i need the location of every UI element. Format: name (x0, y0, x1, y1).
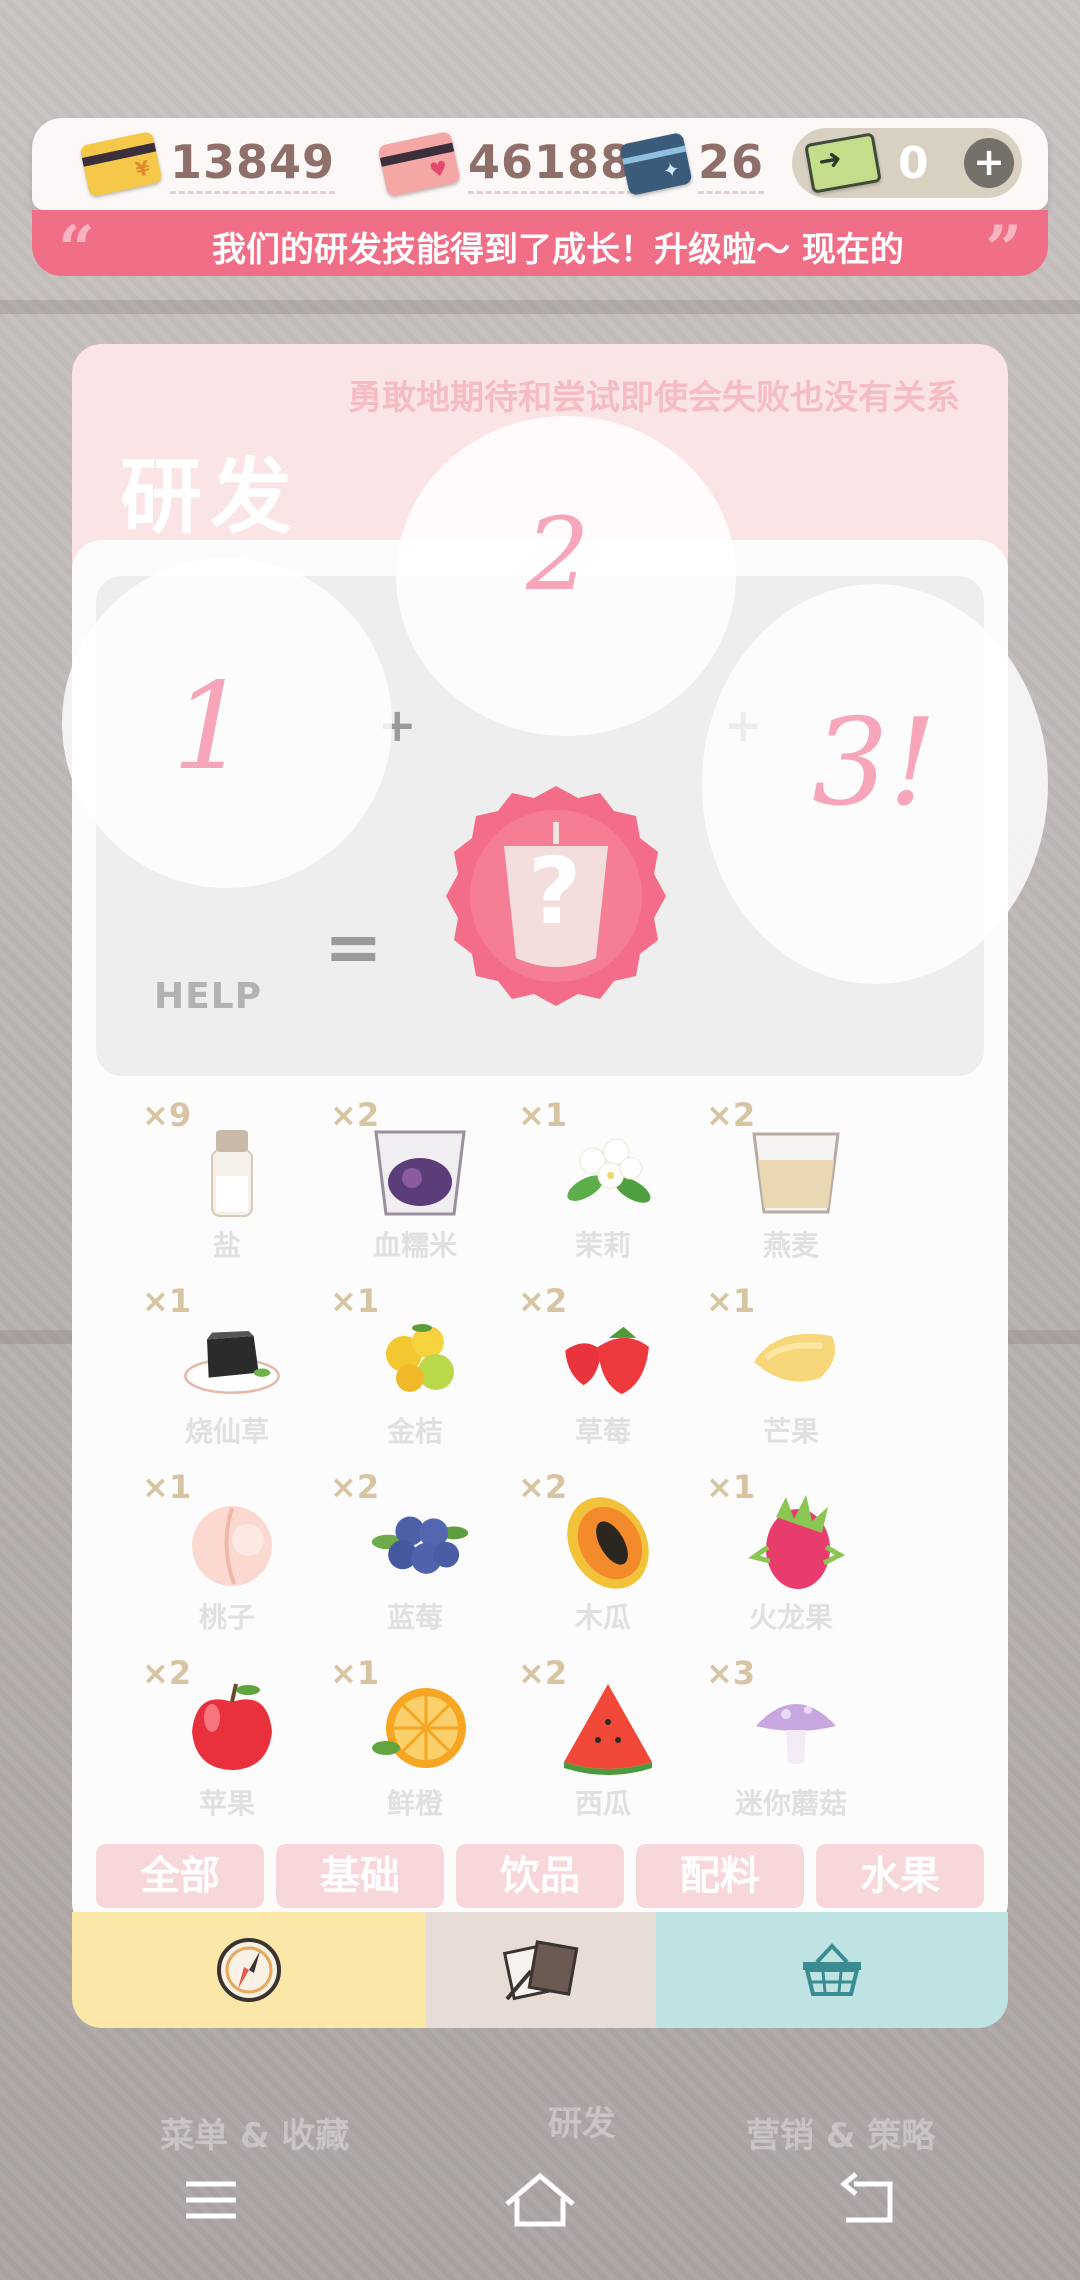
kumquat-icon (370, 1306, 470, 1406)
background-shelf (0, 300, 1080, 314)
grass-jelly-icon (182, 1306, 282, 1406)
close-quote-icon: ” (985, 212, 1022, 276)
ingredient-item[interactable]: ×1 芒果 (706, 1282, 876, 1452)
ingredient-item[interactable]: ×1 桃子 (142, 1468, 312, 1638)
news-ticker[interactable]: “ 我们的研发技能得到了成长！升级啦～ 现在的 ” (32, 210, 1048, 276)
research-currency[interactable]: ✦ 26 (619, 131, 765, 197)
bottom-tab-bar (72, 1912, 1008, 2028)
blueberry-icon (370, 1492, 470, 1592)
ticket-icon: ➜ (804, 132, 882, 194)
ingredient-item[interactable]: ×2 蓝莓 (330, 1468, 500, 1638)
ingredient-item[interactable]: ×1 茉莉 (518, 1096, 688, 1266)
ingredient-name: 芒果 (762, 1415, 819, 1448)
filter-fruit-button[interactable]: 水果 (816, 1844, 984, 1908)
tab-compass[interactable] (72, 1912, 426, 2028)
peach-icon (182, 1492, 282, 1592)
ingredient-name: 草莓 (574, 1415, 631, 1448)
equals-sign: = (324, 906, 383, 988)
ingredient-item[interactable]: ×2 草莓 (518, 1282, 688, 1452)
ingredient-name: 鲜橙 (386, 1787, 443, 1820)
gold-card-icon: ¥ (79, 130, 163, 198)
page-title: 研发 (120, 450, 301, 545)
orange-icon (370, 1678, 470, 1778)
ingredient-name: 西瓜 (574, 1787, 631, 1820)
open-quote-icon: “ (58, 212, 95, 276)
filter-all-button[interactable]: 全部 (96, 1844, 264, 1908)
papaya-icon (558, 1492, 658, 1592)
ticket-currency[interactable]: ➜ 0 + (792, 128, 1022, 198)
add-ticket-button[interactable]: + (964, 138, 1014, 188)
filter-basic-button[interactable]: 基础 (276, 1844, 444, 1908)
basket-icon (803, 1943, 861, 1996)
ingredient-name: 蓝莓 (386, 1601, 443, 1634)
filter-drinks-button[interactable]: 饮品 (456, 1844, 624, 1908)
filter-toppings-button[interactable]: 配料 (636, 1844, 804, 1908)
mango-icon (746, 1306, 846, 1406)
ingredient-name: 茉莉 (574, 1229, 631, 1262)
strawberry-icon (558, 1306, 658, 1406)
ingredient-item[interactable]: ×1 火龙果 (706, 1468, 876, 1638)
tab-recipes[interactable] (426, 1912, 656, 2028)
slot-3[interactable]: 3! (702, 584, 1048, 984)
back-icon[interactable] (824, 2160, 914, 2240)
menu-icon[interactable] (166, 2160, 256, 2240)
ingredient-item[interactable]: ×2 苹果 (142, 1654, 312, 1824)
slot-2[interactable]: 2 (396, 416, 736, 736)
ingredient-name: 烧仙草 (184, 1415, 269, 1448)
salt-icon (182, 1120, 282, 1220)
ticket-value: 0 (898, 137, 929, 189)
system-navigation-bar (0, 2120, 1080, 2280)
research-content: + + = HELP ? 1 2 3! (62, 416, 1048, 1932)
home-icon[interactable] (495, 2160, 585, 2240)
ingredient-item[interactable]: ×9 盐 (142, 1096, 312, 1266)
compass-icon (217, 1938, 281, 2002)
ingredient-item[interactable]: ×1 金桔 (330, 1282, 500, 1452)
tab-shop[interactable] (656, 1912, 1008, 2028)
panel-motto: 勇敢地期待和尝试即使会失败也没有关系 (348, 378, 960, 418)
oats-icon (746, 1120, 846, 1220)
research-value: 26 (698, 135, 765, 194)
heart-value: 46188 (468, 135, 634, 194)
ingredient-item[interactable]: ×1 烧仙草 (142, 1282, 312, 1452)
recipe-notes-icon (502, 1940, 579, 2001)
ingredient-name: 苹果 (198, 1787, 255, 1820)
watermelon-icon (558, 1678, 658, 1778)
ingredient-item[interactable]: ×3 迷你蘑菇 (706, 1654, 876, 1824)
ingredient-item[interactable]: ×2 燕麦 (706, 1096, 876, 1266)
combination-area: + + = HELP ? 1 2 3! (62, 416, 1048, 1076)
ingredient-name: 桃子 (198, 1601, 255, 1634)
gold-value: 13849 (170, 135, 336, 194)
ingredient-name: 金桔 (386, 1415, 443, 1448)
result-unknown-mark: ? (528, 838, 582, 945)
ingredient-item[interactable]: ×2 木瓜 (518, 1468, 688, 1638)
jasmine-icon (558, 1120, 658, 1220)
category-filters: 全部 基础 饮品 配料 水果 (96, 1844, 984, 1908)
ingredient-name: 火龙果 (748, 1601, 833, 1634)
ingredient-name: 迷你蘑菇 (734, 1787, 847, 1820)
ingredient-item[interactable]: ×1 鲜橙 (330, 1654, 500, 1824)
ingredient-name: 木瓜 (574, 1601, 631, 1634)
mushroom-icon (746, 1678, 846, 1778)
slot-1-number: 1 (172, 658, 249, 797)
ticker-text: 我们的研发技能得到了成长！升级啦～ 现在的 (212, 230, 904, 270)
heart-currency[interactable]: ♥ 46188 (377, 130, 634, 198)
research-panel: 勇敢地期待和尝试即使会失败也没有关系 研发 + + = HELP ? 1 (62, 344, 1048, 1932)
ingredient-item[interactable]: ×2 西瓜 (518, 1654, 688, 1824)
help-button[interactable]: HELP (154, 976, 262, 1017)
dragonfruit-icon (746, 1492, 846, 1592)
ingredient-name: 盐 (212, 1229, 241, 1262)
gold-currency[interactable]: ¥ 13849 (79, 130, 336, 198)
black-rice-icon (370, 1120, 470, 1220)
apple-icon (182, 1678, 282, 1778)
ingredient-name: 燕麦 (762, 1229, 819, 1262)
ingredient-item[interactable]: ×2 血糯米 (330, 1096, 500, 1266)
ingredient-name: 血糯米 (372, 1229, 457, 1262)
slot-1[interactable]: 1 (62, 558, 392, 888)
heart-card-icon: ♥ (377, 130, 461, 198)
research-card-icon: ✦ (619, 131, 693, 197)
currency-bar: ¥ 13849 ♥ 46188 ✦ 26 ➜ 0 + (32, 118, 1048, 210)
slot-2-number: 2 (526, 496, 590, 613)
slot-3-number: 3! (812, 694, 937, 833)
